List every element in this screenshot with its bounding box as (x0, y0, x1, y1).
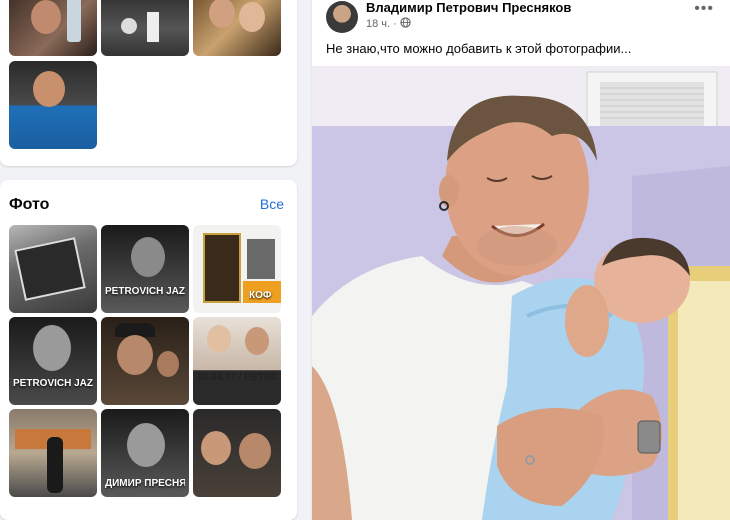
photo-thumbnail[interactable] (9, 409, 97, 497)
photo-thumbnail[interactable]: PETROVICH JAZZ (9, 317, 97, 405)
photo-thumbnail[interactable] (101, 317, 189, 405)
see-all-link[interactable]: Все (260, 196, 284, 212)
photo-thumbnail[interactable]: ДИМИР ПРЕСНЯКОВ-СТ (101, 409, 189, 497)
more-options-button[interactable]: ••• (694, 0, 714, 18)
photo-thumbnail[interactable] (9, 225, 97, 313)
photos-section-title: Фото (9, 196, 50, 213)
photo-illustration (312, 66, 730, 520)
post-text: Не знаю,что можно добавить к этой фотогр… (326, 41, 632, 56)
post-meta: 18 ч. · (366, 17, 411, 31)
photos-card: Фото Все PETROVICH JAZZ КОФ PETROVICH JA… (0, 180, 297, 520)
photo-thumbnail[interactable]: PETROVICH JAZZ (101, 225, 189, 313)
globe-icon (400, 17, 411, 31)
post-card: Владимир Петрович Пресняков 18 ч. · ••• … (312, 0, 730, 520)
meta-separator: · (393, 18, 397, 30)
post-author-name[interactable]: Владимир Петрович Пресняков (366, 0, 571, 15)
thumbnail-caption: PETROVICH JAZZ (105, 286, 185, 297)
thumbnail-caption: КОФ (249, 290, 272, 301)
post-time[interactable]: 18 ч. (366, 18, 390, 30)
photo-thumbnail[interactable]: КОФ (193, 225, 281, 313)
photo-thumbnail[interactable] (9, 0, 97, 56)
photo-thumbnail[interactable] (101, 0, 189, 56)
photo-thumbnail[interactable] (193, 0, 281, 56)
thumbnail-caption: 16.04.17 / PETROVIC (197, 372, 277, 383)
thumbnail-caption: PETROVICH JAZZ (13, 378, 93, 389)
photo-thumbnail[interactable]: 16.04.17 / PETROVIC (193, 317, 281, 405)
post-photo[interactable] (312, 66, 730, 520)
photo-thumbnail[interactable] (193, 409, 281, 497)
photo-grid-top-card (0, 0, 297, 166)
author-avatar[interactable] (326, 1, 358, 33)
thumbnail-caption: ДИМИР ПРЕСНЯКОВ-СТ (105, 478, 185, 489)
photo-thumbnail[interactable] (9, 61, 97, 149)
